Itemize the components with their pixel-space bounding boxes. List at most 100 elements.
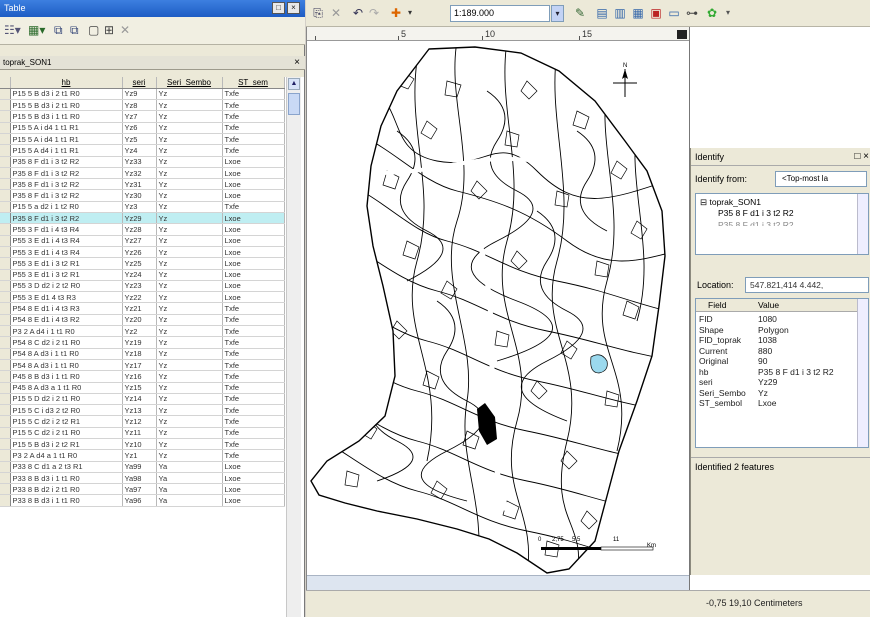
table-cell[interactable]: Yz — [156, 404, 223, 417]
column-header[interactable]: ST_sem — [222, 77, 285, 89]
table-cell[interactable]: Yz10 — [122, 438, 157, 451]
table-cell[interactable]: Yz — [156, 314, 223, 327]
field-column-header[interactable]: Field — [708, 300, 726, 310]
search-window-icon[interactable]: ▦ — [630, 5, 646, 21]
table-cell[interactable]: Yz — [156, 336, 223, 349]
row-selector[interactable] — [0, 178, 11, 191]
table-cell[interactable]: Yz6 — [122, 122, 157, 134]
table-cell[interactable]: Ya — [156, 472, 223, 485]
zoom-to-selected-icon[interactable]: ⊞ — [104, 23, 114, 38]
table-cell[interactable]: P15 5 D d2 i 2 t1 R0 — [10, 393, 123, 406]
table-cell[interactable]: Yz23 — [122, 280, 157, 293]
table-cell[interactable]: Yz — [156, 212, 223, 225]
table-cell[interactable]: Yz — [156, 223, 223, 236]
tree-layer-node[interactable]: ⊟ toprak_SON1 — [700, 197, 761, 208]
table-cell[interactable]: Yz — [156, 110, 223, 123]
table-cell[interactable]: Yz26 — [122, 246, 157, 259]
table-row[interactable]: P3 2 A d4 i 1 t1 R0 Yz2 Yz Txfe — [0, 325, 285, 338]
table-cell[interactable]: Txfe — [222, 438, 285, 451]
row-selector[interactable] — [0, 325, 11, 338]
row-selector[interactable] — [0, 348, 11, 360]
table-cell[interactable]: Yz16 — [122, 370, 157, 383]
editor-toolbar-icon[interactable]: ✎ — [572, 5, 588, 21]
table-cell[interactable]: Yz — [156, 88, 223, 101]
table-cell[interactable]: Lxoe — [222, 291, 285, 304]
table-row[interactable]: P35 8 F d1 i 3 t2 R2 Yz31 Yz Lxoe — [0, 178, 285, 191]
table-cell[interactable]: Lxoe — [222, 269, 285, 281]
row-selector[interactable] — [0, 212, 11, 225]
table-cell[interactable]: P35 8 F d1 i 3 t2 R2 — [10, 189, 123, 202]
delete-selected-icon[interactable]: ✕ — [120, 23, 130, 38]
table-cell[interactable]: Txfe — [222, 393, 285, 406]
close-icon[interactable]: × — [287, 2, 300, 14]
field-row[interactable]: Original 90 — [696, 356, 858, 366]
table-cell[interactable]: Txfe — [222, 88, 285, 101]
row-selector[interactable] — [0, 472, 11, 485]
toolbar-more-icon[interactable]: ▾ — [720, 5, 736, 21]
table-cell[interactable]: P33 8 B d3 i 1 t1 R0 — [10, 494, 123, 507]
row-selector[interactable] — [0, 133, 11, 146]
table-cell[interactable]: P35 8 F d1 i 3 t2 R2 — [10, 156, 123, 168]
table-cell[interactable]: P15 5 C d2 i 2 t1 R0 — [10, 427, 123, 440]
column-header[interactable]: Seri_Sembo — [156, 77, 223, 89]
tree-scrollbar[interactable] — [857, 194, 868, 254]
row-selector[interactable] — [0, 393, 11, 406]
field-row[interactable]: Current 880 — [696, 346, 858, 356]
table-cell[interactable]: Yz11 — [122, 427, 157, 440]
table-cell[interactable]: P15 5 C d2 i 2 t2 R1 — [10, 415, 123, 428]
table-cell[interactable]: Yz20 — [122, 314, 157, 327]
scroll-up-icon[interactable]: ▲ — [288, 78, 300, 90]
table-cell[interactable]: Yz — [156, 156, 223, 168]
fields-scrollbar[interactable] — [857, 299, 868, 447]
table-row[interactable]: P35 8 F d1 i 3 t2 R2 Yz29 Yz Lxoe — [0, 212, 285, 225]
table-cell[interactable]: Yz30 — [122, 189, 157, 202]
selected-feature-highlight[interactable] — [590, 354, 608, 374]
table-cell[interactable]: Yz4 — [122, 144, 157, 157]
row-selector[interactable] — [0, 156, 11, 168]
table-cell[interactable]: P55 3 E d1 i 3 t2 R1 — [10, 257, 123, 270]
table-row[interactable]: P55 3 E d1 i 4 t3 R4 Yz27 Yz Lxoe — [0, 235, 285, 247]
switch-selection-icon[interactable]: ⧉ — [70, 23, 79, 38]
layout-icon[interactable]: ✿ — [704, 5, 720, 21]
row-selector[interactable] — [0, 336, 11, 349]
table-cell[interactable]: Txfe — [222, 99, 285, 112]
table-cell[interactable]: Yz — [156, 178, 223, 191]
row-selector[interactable] — [0, 494, 11, 507]
table-row[interactable]: P15 5 B d3 i 2 t2 R1 Yz10 Yz Txfe — [0, 438, 285, 451]
table-cell[interactable]: P15 5 C i d3 2 t2 R0 — [10, 404, 123, 417]
table-cell[interactable]: Ya — [156, 494, 223, 507]
table-cell[interactable]: Ya98 — [122, 472, 157, 485]
field-row[interactable]: FID 1080 — [696, 314, 858, 324]
table-cell[interactable]: P35 8 F d1 i 3 t2 R2 — [10, 178, 123, 191]
row-selector[interactable] — [0, 246, 11, 259]
table-cell[interactable]: Ya — [156, 483, 223, 496]
table-row[interactable]: P15 5 B d3 i 1 t1 R0 Yz7 Yz Txfe — [0, 110, 285, 123]
table-cell[interactable]: Yz25 — [122, 257, 157, 270]
table-cell[interactable]: Yz — [156, 201, 223, 214]
table-row[interactable]: P15 5 A i d4 1 t1 R1 Yz5 Yz Txfe — [0, 133, 285, 146]
select-by-attributes-icon[interactable]: ⧉ — [54, 23, 63, 38]
map-scale-input[interactable]: 1:189.000 — [450, 5, 550, 22]
table-cell[interactable]: Yz12 — [122, 415, 157, 428]
table-cell[interactable]: Yz15 — [122, 382, 157, 394]
table-cell[interactable]: P54 8 E d1 i 4 t3 R3 — [10, 302, 123, 315]
identify-titlebar[interactable]: Identify □ × — [691, 148, 870, 166]
table-cell[interactable]: Yz — [156, 235, 223, 247]
table-row[interactable]: P55 3 E d1 i 3 t2 R1 Yz24 Yz Lxoe — [0, 269, 285, 281]
table-cell[interactable]: Yz — [156, 348, 223, 360]
row-selector[interactable] — [0, 144, 11, 157]
table-cell[interactable]: Yz31 — [122, 178, 157, 191]
table-cell[interactable]: P15 5 B d3 i 2 t2 R1 — [10, 438, 123, 451]
table-cell[interactable]: Yz — [156, 359, 223, 372]
row-selector[interactable] — [0, 280, 11, 293]
table-cell[interactable]: Yz — [156, 269, 223, 281]
undo-icon[interactable]: ↶ — [350, 5, 366, 21]
table-cell[interactable]: P15 5 A i d4 1 t1 R1 — [10, 122, 123, 134]
table-cell[interactable]: P15 5 B d3 i 2 t1 R0 — [10, 88, 123, 101]
table-cell[interactable]: Yz — [156, 122, 223, 134]
table-cell[interactable]: Yz27 — [122, 235, 157, 247]
row-selector[interactable] — [0, 314, 11, 327]
table-cell[interactable]: P55 3 E d1 i 3 t2 R1 — [10, 269, 123, 281]
table-row[interactable]: P55 3 E d1 4 t3 R3 Yz22 Yz Lxoe — [0, 291, 285, 304]
close-icon[interactable]: □ × — [854, 148, 869, 166]
